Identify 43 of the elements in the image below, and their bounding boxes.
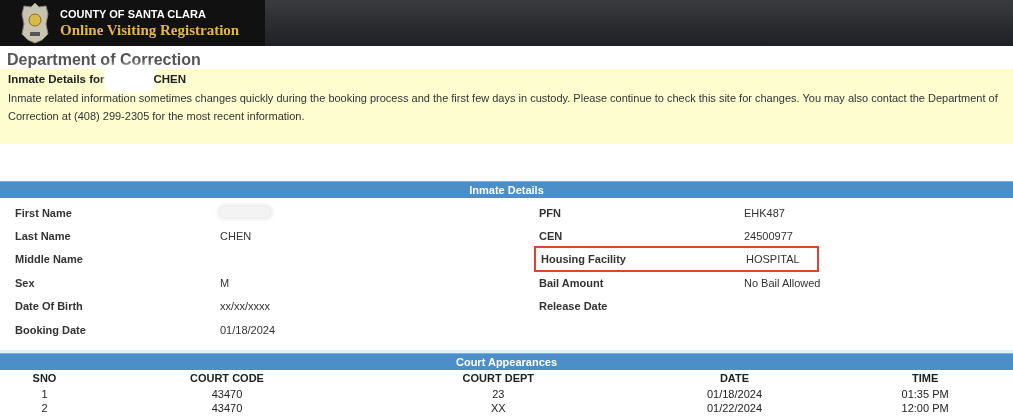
field-value: HOSPITAL (746, 253, 800, 266)
field-value: CHEN (220, 230, 252, 243)
column-header: COURT DEPT (461, 371, 536, 387)
table-cell-text: XX (490, 402, 507, 416)
table-cell-text: 1 (40, 388, 49, 403)
column-header: COURT CODE (188, 371, 265, 387)
table-cell-text: 43470 (210, 388, 244, 403)
field-value: xx/xx/xxxx (220, 300, 271, 313)
county-name: COUNTY OF SANTA CLARA (60, 7, 207, 20)
section-header: Court Appearances (0, 353, 1013, 371)
field-label: First Name (15, 206, 73, 219)
field-label: Last Name (15, 230, 72, 243)
table-cell-text: 12:00 PM (900, 402, 950, 416)
field-label: Bail Amount (539, 276, 605, 289)
field-label: Release Date (539, 300, 609, 313)
table-cell-text: 43470 (210, 402, 244, 416)
table-cell-text: 01:35 PM (900, 388, 950, 403)
field-label: PFN (539, 206, 562, 219)
field-label: Housing Facility (541, 253, 627, 266)
field-value: 24500977 (744, 230, 793, 243)
column-header: SNO (31, 371, 58, 387)
field-label: Sex (15, 276, 36, 289)
field-label: Middle Name (15, 253, 84, 266)
table-cell-text: 23 (491, 388, 506, 403)
inmate-name: CHEN (153, 73, 187, 85)
table-cell-text: 01/22/2024 (705, 402, 763, 416)
section-header: Inmate Details (0, 181, 1013, 198)
badge-icon (20, 2, 50, 44)
field-label: Date Of Birth (15, 300, 84, 313)
column-header: TIME (910, 371, 940, 387)
column-header: DATE (718, 371, 751, 387)
notice-heading: Inmate Details for (8, 73, 105, 85)
field-value: 01/18/2024 (220, 323, 276, 336)
table-cell-text: 2 (40, 402, 49, 416)
site-title: Online Visiting Registration (60, 21, 240, 39)
field-value: M (220, 276, 230, 289)
department-title: Department of Correction (6, 50, 202, 69)
field-label: CEN (539, 230, 564, 243)
notice-text: Inmate related information sometimes changes quickly during the booking process and the first few days in custody. Please continue to check this site for changes. You may also contact the Department of Correction at (408) 299-2305 for the most recent information. (8, 91, 999, 124)
field-value: No Bail Allowed (744, 276, 821, 289)
field-label: Booking Date (15, 323, 87, 336)
field-value: EHK487 (744, 206, 785, 219)
table-cell-text: 01/18/2024 (705, 388, 763, 403)
